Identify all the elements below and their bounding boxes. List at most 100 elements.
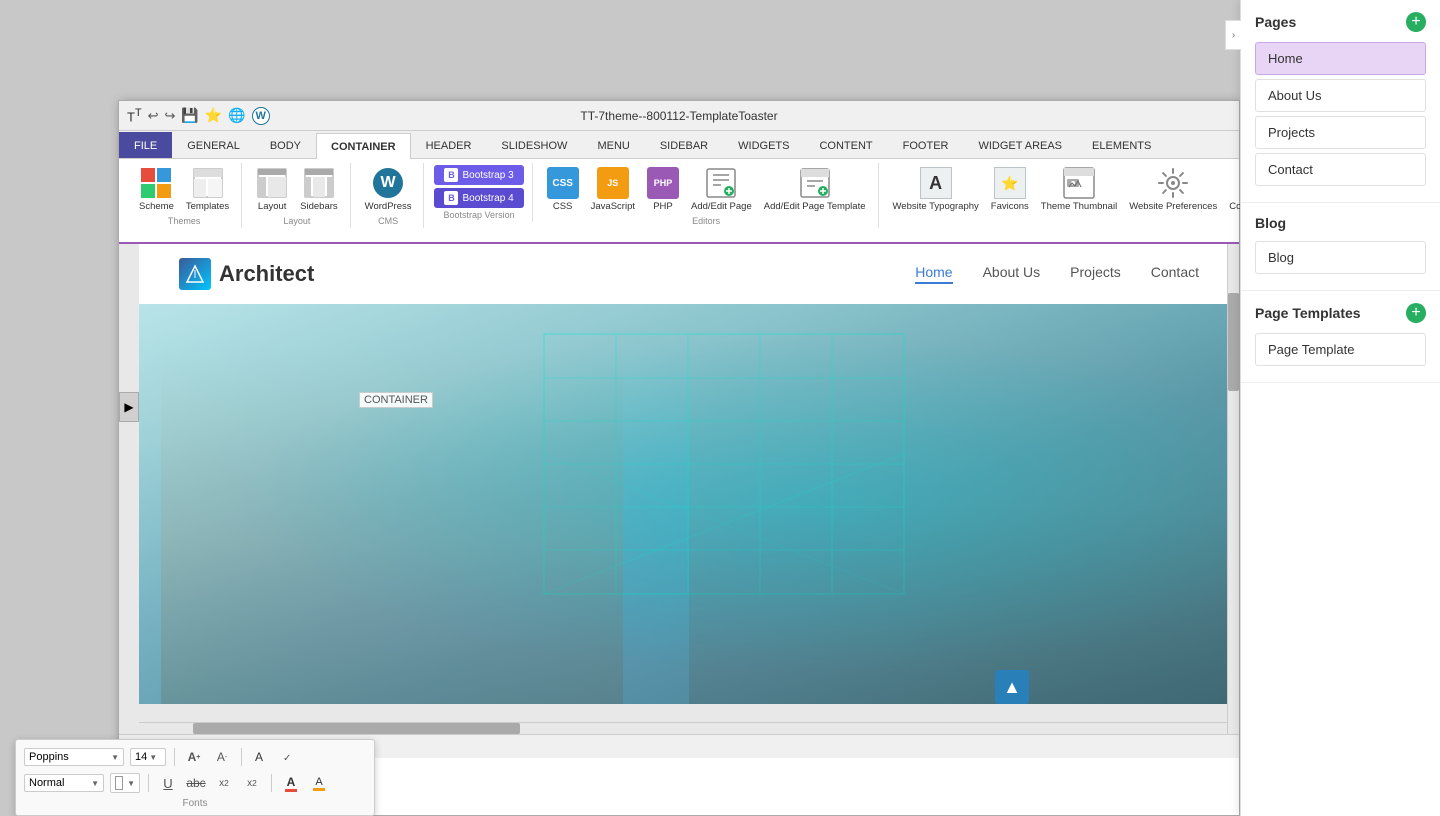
website-preferences-icon: [1157, 167, 1189, 199]
page-item-projects[interactable]: Projects: [1255, 116, 1426, 149]
page-template-item[interactable]: Page Template: [1255, 333, 1426, 366]
templates-icon: [192, 167, 224, 199]
favicons-button[interactable]: ⭐ Favicons: [987, 165, 1033, 214]
bootstrap4-label: Bootstrap 4: [462, 193, 513, 204]
blog-section-header: Blog: [1255, 215, 1426, 231]
horizontal-scrollbar[interactable]: [139, 722, 1227, 734]
sidebars-button[interactable]: Sidebars: [296, 165, 342, 214]
canvas-area: ▶ CONTAINER Architect Home About Us Proj…: [119, 244, 1239, 734]
tab-widgets[interactable]: WIDGETS: [723, 132, 804, 158]
tab-file[interactable]: FILE: [119, 132, 172, 158]
canvas-arrow-left[interactable]: ▶: [119, 392, 139, 422]
text-style-select[interactable]: Normal ▼: [24, 774, 104, 792]
superscript-button[interactable]: x2: [241, 772, 263, 794]
font-family-arrow: ▼: [111, 753, 119, 762]
scrollbar-thumb[interactable]: [1228, 293, 1239, 391]
ribbon-group-themes: Scheme Templates Themes: [127, 163, 242, 228]
page-templates-section: Page Templates + Page Template: [1241, 291, 1440, 383]
tab-body[interactable]: BODY: [255, 132, 316, 158]
bootstrap3-label: Bootstrap 3: [462, 170, 513, 181]
text-color-button[interactable]: A: [250, 746, 272, 768]
website-typography-button[interactable]: A Website Typography: [889, 165, 983, 214]
redo-button[interactable]: ↪: [164, 108, 175, 124]
tab-container[interactable]: CONTAINER: [316, 133, 411, 159]
pages-section: Pages + Home About Us Projects Contact: [1241, 0, 1440, 203]
layout-label: Layout: [258, 201, 287, 212]
title-bar: TT ↩ ↪ 💾 ⭐ 🌐 W TT-7theme--800112-Templat…: [119, 101, 1239, 131]
ribbon-group-cms: W WordPress CMS: [353, 163, 425, 228]
scrollbar-thumb-h[interactable]: [193, 723, 519, 734]
font-decrease-button[interactable]: A-: [211, 746, 233, 768]
save-button[interactable]: 💾: [181, 107, 198, 124]
page-item-about[interactable]: About Us: [1255, 79, 1426, 112]
website-preview: Architect Home About Us Projects Contact: [139, 244, 1239, 704]
nav-about[interactable]: About Us: [983, 264, 1041, 284]
format-icon[interactable]: TT: [127, 107, 142, 124]
javascript-button[interactable]: JS JavaScript: [587, 165, 639, 214]
svg-text:A: A: [255, 750, 263, 764]
text-backcolor-button[interactable]: A: [308, 772, 330, 794]
strikethrough-button[interactable]: abc: [185, 772, 207, 794]
tab-menu[interactable]: MENU: [582, 132, 644, 158]
undo-button[interactable]: ↩: [148, 108, 159, 124]
highlight-button[interactable]: ✓: [278, 746, 300, 768]
color-picker-select[interactable]: ▼: [110, 773, 140, 793]
panel-collapse-button[interactable]: ›: [1225, 20, 1241, 50]
bootstrap3-button[interactable]: B Bootstrap 3: [434, 165, 523, 185]
tab-general[interactable]: GENERAL: [172, 132, 255, 158]
blog-item[interactable]: Blog: [1255, 241, 1426, 274]
editors-group-label: Editors: [692, 216, 720, 226]
tab-sidebar[interactable]: SIDEBAR: [645, 132, 723, 158]
tab-content[interactable]: CONTENT: [804, 132, 887, 158]
scroll-top-button[interactable]: ▲: [995, 670, 1029, 704]
website-typography-label: Website Typography: [893, 201, 979, 212]
font-increase-button[interactable]: A+: [183, 746, 205, 768]
nav-home[interactable]: Home: [915, 264, 952, 284]
color-swatch: [115, 776, 123, 790]
theme-thumbnail-button[interactable]: Theme Thumbnail: [1037, 165, 1121, 214]
favicons-label: Favicons: [991, 201, 1029, 212]
font-size-input[interactable]: 14 ▼: [130, 748, 166, 766]
addedit-template-button[interactable]: Add/Edit Page Template: [760, 165, 870, 214]
page-item-home[interactable]: Home: [1255, 42, 1426, 75]
cms-group-label: CMS: [378, 216, 398, 226]
nav-projects[interactable]: Projects: [1070, 264, 1121, 284]
person-left: [161, 304, 623, 704]
right-panel: › Pages + Home About Us Projects Contact…: [1240, 0, 1440, 816]
underline-button[interactable]: U: [157, 772, 179, 794]
css-button[interactable]: CSS CSS: [543, 165, 583, 214]
add-page-template-button[interactable]: +: [1406, 303, 1426, 323]
templates-button[interactable]: Templates: [182, 165, 233, 214]
addedit-page-label: Add/Edit Page: [691, 201, 752, 212]
wordpress-icon[interactable]: W: [252, 107, 270, 125]
tab-widget-areas[interactable]: WIDGET AREAS: [963, 132, 1077, 158]
star-icon[interactable]: ⭐: [205, 107, 222, 124]
text-forecolor-button[interactable]: A: [280, 772, 302, 794]
page-item-contact[interactable]: Contact: [1255, 153, 1426, 186]
tab-footer[interactable]: FOOTER: [888, 132, 964, 158]
addedit-page-button[interactable]: Add/Edit Page: [687, 165, 756, 214]
scheme-label: Scheme: [139, 201, 174, 212]
layout-button[interactable]: Layout: [252, 165, 292, 214]
javascript-icon: JS: [597, 167, 629, 199]
sidebars-label: Sidebars: [300, 201, 338, 212]
logo-text: Architect: [219, 261, 314, 287]
php-button[interactable]: PHP PHP: [643, 165, 683, 214]
tab-header[interactable]: HEADER: [411, 132, 487, 158]
website-preferences-label: Website Preferences: [1129, 201, 1217, 212]
website-preferences-button[interactable]: Website Preferences: [1125, 165, 1221, 214]
nav-contact[interactable]: Contact: [1151, 264, 1199, 284]
bootstrap4-button[interactable]: B Bootstrap 4: [434, 188, 523, 208]
subscript-button[interactable]: x2: [213, 772, 235, 794]
tab-slideshow[interactable]: SLIDESHOW: [486, 132, 582, 158]
tab-elements[interactable]: ELEMENTS: [1077, 132, 1166, 158]
add-page-button[interactable]: +: [1406, 12, 1426, 32]
ribbon-group-editors: CSS CSS JS JavaScript PHP PHP: [535, 163, 879, 228]
blog-section-title: Blog: [1255, 215, 1286, 231]
bootstrap3-icon: B: [444, 168, 458, 182]
font-family-select[interactable]: Poppins ▼: [24, 748, 124, 766]
firefox-icon[interactable]: 🌐: [228, 107, 245, 124]
scheme-button[interactable]: Scheme: [135, 165, 178, 214]
vertical-scrollbar[interactable]: [1227, 244, 1239, 734]
wordpress-button[interactable]: W WordPress: [361, 165, 416, 214]
